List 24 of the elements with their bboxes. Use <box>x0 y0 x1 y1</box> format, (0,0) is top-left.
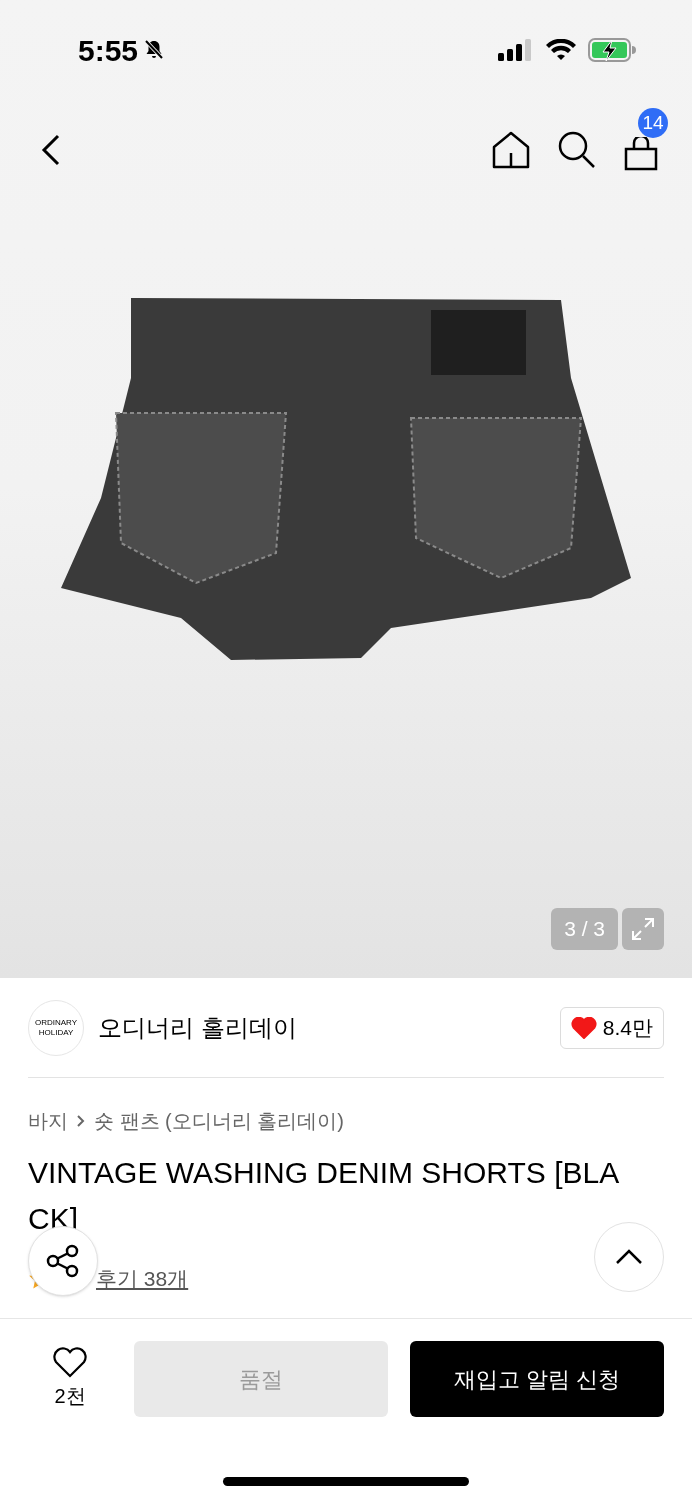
home-button[interactable] <box>492 130 532 170</box>
search-icon <box>558 131 596 169</box>
chevron-right-icon <box>76 1113 86 1129</box>
battery-charging-icon <box>588 38 636 62</box>
brand-like-button[interactable]: 8.4만 <box>559 1006 664 1049</box>
brand-logo[interactable]: ORDINARY HOLIDAY <box>28 999 84 1056</box>
status-time: 5:55 <box>78 32 139 69</box>
restock-alert-button[interactable]: 재입고 알림 신청 <box>410 1341 664 1417</box>
signal-icon <box>498 39 534 61</box>
wishlist-button[interactable]: 2천 <box>28 1347 112 1411</box>
back-icon <box>41 134 61 166</box>
breadcrumb-link[interactable]: 숏 팬츠 (오디너리 홀리데이) <box>94 1106 344 1136</box>
expand-icon <box>631 917 655 941</box>
shopping-bag-button[interactable] <box>624 136 660 172</box>
chevron-up-icon <box>615 1249 643 1265</box>
home-icon <box>492 131 530 169</box>
wifi-icon <box>546 39 576 61</box>
cart-count-badge: 14 <box>638 108 668 138</box>
breadcrumb-link[interactable]: 바지 <box>28 1106 68 1136</box>
image-counter: 3 / 3 <box>551 908 618 950</box>
share-icon <box>46 1244 80 1278</box>
brand-name[interactable]: 오디너리 홀리데이 <box>98 1009 297 1046</box>
reviews-link[interactable]: 후기 38개 <box>96 1263 189 1295</box>
shopping-bag-icon <box>624 137 658 171</box>
